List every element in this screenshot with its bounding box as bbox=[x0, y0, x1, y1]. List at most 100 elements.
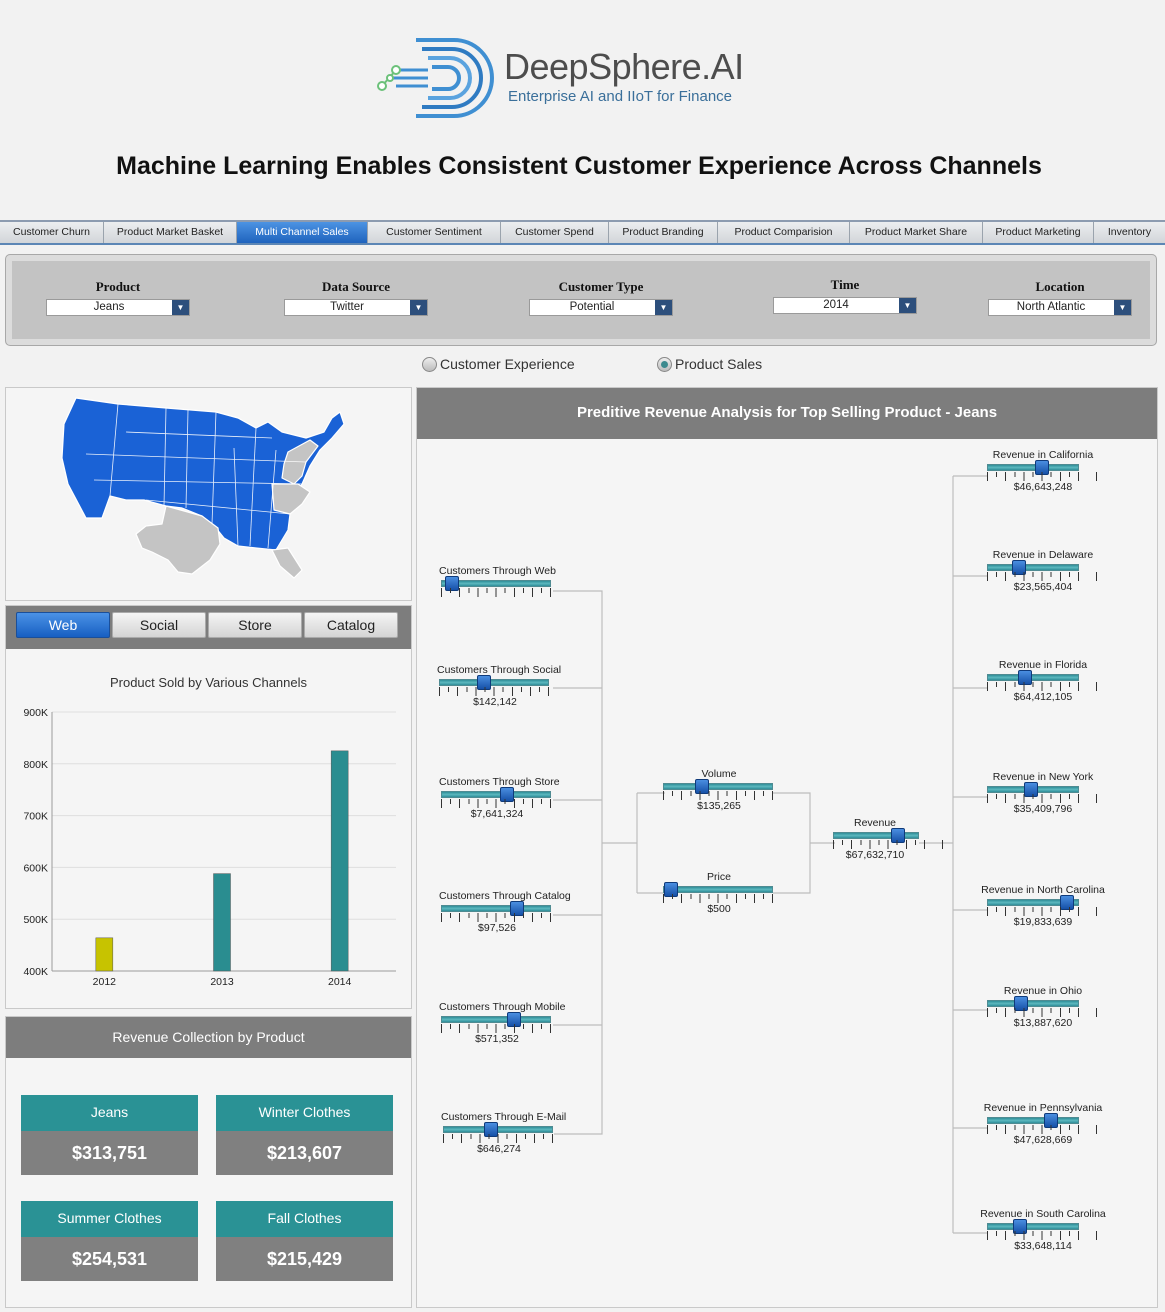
slider-track[interactable] bbox=[987, 670, 1079, 685]
chevron-down-icon[interactable]: ▼ bbox=[172, 300, 189, 315]
slider-revenue-new-york[interactable]: Revenue in New York $35,409,796 bbox=[975, 771, 1111, 816]
slider-track[interactable] bbox=[987, 560, 1079, 575]
slider-ticks bbox=[663, 791, 773, 800]
radio-product-sales[interactable]: Product Sales bbox=[657, 356, 762, 372]
chevron-down-icon[interactable]: ▼ bbox=[899, 298, 916, 313]
chevron-down-icon[interactable]: ▼ bbox=[1114, 300, 1131, 315]
slider-customers-social[interactable]: Customers Through Social $142,142 bbox=[437, 664, 561, 709]
us-map[interactable] bbox=[6, 388, 411, 600]
map-state-florida[interactable] bbox=[271, 547, 303, 579]
select-value: Potential bbox=[569, 301, 615, 313]
radio-dot-selected[interactable] bbox=[657, 356, 672, 372]
card-value: $215,429 bbox=[216, 1237, 393, 1281]
slider-track[interactable] bbox=[833, 828, 919, 843]
radio-label: Product Sales bbox=[675, 356, 763, 372]
slider-track[interactable] bbox=[441, 1012, 551, 1027]
slider-track[interactable] bbox=[441, 576, 551, 591]
channel-tab-social[interactable]: Social bbox=[112, 612, 206, 638]
slider-track[interactable] bbox=[439, 675, 549, 690]
slider-ticks bbox=[987, 794, 1097, 803]
slider-track[interactable] bbox=[443, 1122, 553, 1137]
slider-track[interactable] bbox=[987, 1219, 1079, 1234]
chevron-down-icon[interactable]: ▼ bbox=[410, 300, 427, 315]
slider-ticks bbox=[441, 799, 551, 808]
filter-label: Location bbox=[1035, 279, 1085, 294]
slider-revenue-north-carolina[interactable]: Revenue in North Carolina $19,833,639 bbox=[975, 884, 1111, 929]
channel-chart-panel: Web Social Store Catalog Product Sold by… bbox=[5, 605, 412, 1009]
filter-product: Product Jeans ▼ bbox=[46, 279, 190, 316]
tab-multi-channel-sales[interactable]: Multi Channel Sales bbox=[237, 222, 368, 243]
slider-customers-mobile[interactable]: Customers Through Mobile $571,352 bbox=[439, 1001, 565, 1046]
slider-value: $646,274 bbox=[477, 1143, 521, 1155]
channel-tab-web[interactable]: Web bbox=[16, 612, 110, 638]
x-tick-label: 2013 bbox=[210, 976, 234, 988]
slider-revenue-delaware[interactable]: Revenue in Delaware $23,565,404 bbox=[975, 549, 1111, 594]
nav-tabbar: Customer Churn Product Market Basket Mul… bbox=[0, 220, 1165, 245]
slider-revenue[interactable]: Revenue $67,632,710 bbox=[827, 817, 943, 862]
time-select[interactable]: 2014 ▼ bbox=[773, 297, 917, 314]
slider-revenue-california[interactable]: Revenue in California $46,643,248 bbox=[975, 449, 1111, 494]
slider-revenue-florida[interactable]: Revenue in Florida $64,412,105 bbox=[975, 659, 1111, 704]
card-name: Summer Clothes bbox=[21, 1201, 198, 1237]
slider-track[interactable] bbox=[987, 895, 1079, 910]
chevron-down-icon[interactable]: ▼ bbox=[655, 300, 672, 315]
channel-tab-store[interactable]: Store bbox=[208, 612, 302, 638]
slider-value: $135,265 bbox=[697, 800, 741, 812]
card-name: Jeans bbox=[21, 1095, 198, 1131]
slider-label: Revenue in New York bbox=[992, 771, 1094, 783]
bar-2012 bbox=[95, 937, 114, 972]
tab-product-branding[interactable]: Product Branding bbox=[609, 222, 718, 243]
slider-customers-web[interactable]: Customers Through Web bbox=[439, 565, 556, 610]
slider-track[interactable] bbox=[987, 1113, 1079, 1128]
slider-volume[interactable]: Volume $135,265 bbox=[661, 768, 777, 813]
channel-tab-catalog[interactable]: Catalog bbox=[304, 612, 398, 638]
slider-track[interactable] bbox=[663, 779, 773, 794]
revenue-card-summer-clothes[interactable]: Summer Clothes $254,531 bbox=[21, 1201, 198, 1281]
slider-track[interactable] bbox=[987, 782, 1079, 797]
filter-customer-type: Customer Type Potential ▼ bbox=[529, 279, 673, 316]
tab-inventory[interactable]: Inventory bbox=[1094, 222, 1165, 243]
radio-customer-experience[interactable]: Customer Experience bbox=[422, 356, 575, 372]
location-select[interactable]: North Atlantic ▼ bbox=[988, 299, 1132, 316]
slider-customers-catalog[interactable]: Customers Through Catalog $97,526 bbox=[439, 890, 571, 935]
slider-track[interactable] bbox=[987, 460, 1079, 475]
tab-customer-sentiment[interactable]: Customer Sentiment bbox=[368, 222, 501, 243]
slider-price[interactable]: Price $500 bbox=[661, 871, 777, 916]
slider-label: Revenue in Pennsylvania bbox=[983, 1102, 1103, 1114]
slider-customers-email[interactable]: Customers Through E-Mail $646,274 bbox=[441, 1111, 566, 1156]
company-logo: DeepSphere.AI Enterprise AI and IIoT for… bbox=[372, 32, 752, 126]
data-source-select[interactable]: Twitter ▼ bbox=[284, 299, 428, 316]
tab-customer-spend[interactable]: Customer Spend bbox=[501, 222, 609, 243]
slider-track[interactable] bbox=[663, 882, 773, 897]
revenue-card-fall-clothes[interactable]: Fall Clothes $215,429 bbox=[216, 1201, 393, 1281]
tab-product-marketing[interactable]: Product Marketing bbox=[983, 222, 1094, 243]
filter-bar: Product Jeans ▼ Data Source Twitter ▼ Cust… bbox=[5, 254, 1157, 346]
slider-label: Revenue in Ohio bbox=[1003, 985, 1083, 997]
slider-label: Revenue bbox=[853, 817, 897, 829]
slider-track[interactable] bbox=[441, 901, 551, 916]
slider-track[interactable] bbox=[441, 787, 551, 802]
slider-revenue-south-carolina[interactable]: Revenue in South Carolina $33,648,114 bbox=[975, 1208, 1111, 1253]
slider-track[interactable] bbox=[987, 996, 1079, 1011]
customer-type-select[interactable]: Potential ▼ bbox=[529, 299, 673, 316]
card-name: Winter Clothes bbox=[216, 1095, 393, 1131]
tab-product-market-share[interactable]: Product Market Share bbox=[850, 222, 983, 243]
slider-value: $23,565,404 bbox=[1013, 581, 1073, 593]
slider-revenue-ohio[interactable]: Revenue in Ohio $13,887,620 bbox=[975, 985, 1111, 1030]
radio-dot[interactable] bbox=[422, 356, 437, 372]
revenue-card-winter-clothes[interactable]: Winter Clothes $213,607 bbox=[216, 1095, 393, 1175]
slider-customers-store[interactable]: Customers Through Store $7,641,324 bbox=[439, 776, 560, 821]
radio-label: Customer Experience bbox=[440, 356, 575, 372]
revenue-card-jeans[interactable]: Jeans $313,751 bbox=[21, 1095, 198, 1175]
y-tick-label: 700K bbox=[23, 811, 48, 823]
slider-ticks bbox=[987, 907, 1097, 916]
tab-customer-churn[interactable]: Customer Churn bbox=[0, 222, 104, 243]
slider-revenue-pennsylvania[interactable]: Revenue in Pennsylvania $47,628,669 bbox=[975, 1102, 1111, 1147]
map-state-virginia[interactable] bbox=[271, 483, 311, 515]
tab-product-market-basket[interactable]: Product Market Basket bbox=[104, 222, 237, 243]
slider-value: $97,526 bbox=[478, 922, 516, 934]
slider-label: Revenue in South Carolina bbox=[980, 1208, 1106, 1220]
product-select[interactable]: Jeans ▼ bbox=[46, 299, 190, 316]
slider-ticks bbox=[833, 840, 943, 849]
tab-product-comparision[interactable]: Product Comparision bbox=[718, 222, 850, 243]
